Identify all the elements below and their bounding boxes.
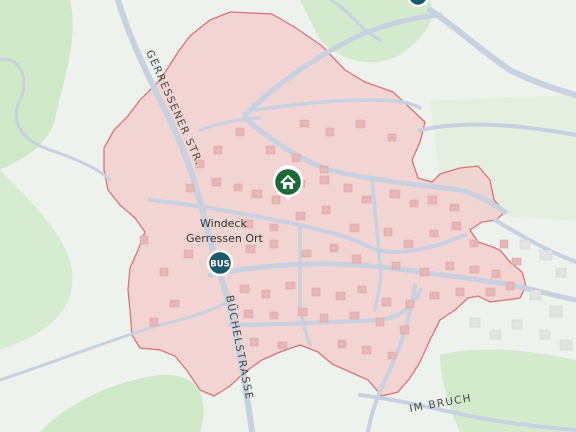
map-canvas[interactable]: GERRESSENER STR. BÜCHELSTRASSE IM BRUCH … bbox=[0, 0, 576, 432]
forest-area-southeast bbox=[440, 349, 576, 432]
place-label-line1: Windeck bbox=[200, 217, 247, 230]
map-view[interactable]: GERRESSENER STR. BÜCHELSTRASSE IM BRUCH … bbox=[0, 0, 576, 432]
bus-stop-marker[interactable]: BUS bbox=[206, 249, 234, 277]
bus-stop-icon: BUS bbox=[210, 260, 230, 270]
place-label-line2: Gerressen Ort bbox=[186, 232, 264, 245]
